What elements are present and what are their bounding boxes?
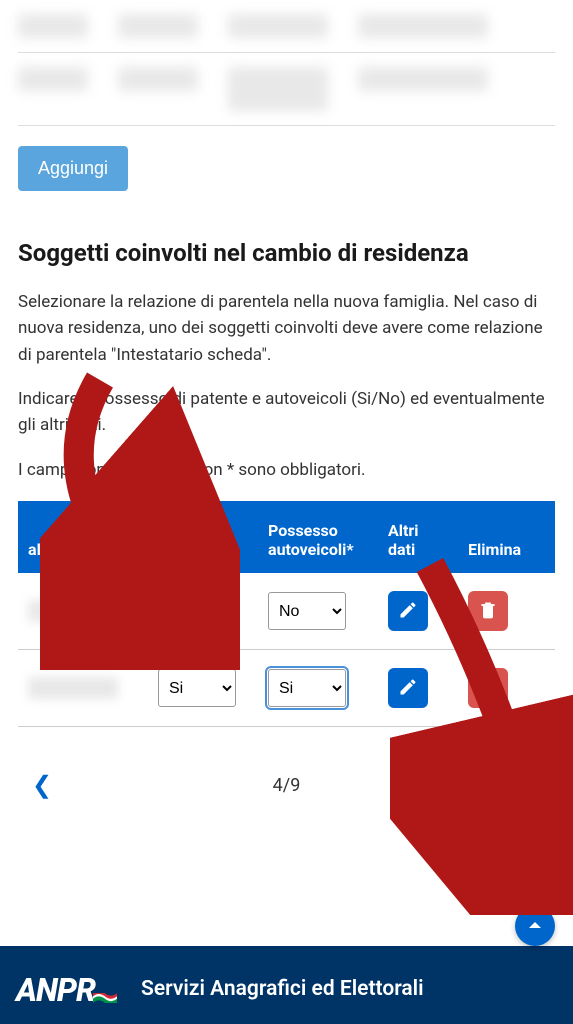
redacted-value [28,600,118,622]
pencil-icon [398,600,418,623]
table-row: Si No [18,573,555,650]
delete-button[interactable] [468,591,508,631]
patente-select[interactable]: Si [158,669,236,707]
chevron-left-icon: ❮ [32,772,52,799]
autoveicoli-select[interactable]: No [268,592,346,630]
table-row: Si Si [18,650,555,727]
th-altri: Altri dati [378,501,458,573]
edit-button[interactable] [388,668,428,708]
th-elimina: Elimina [458,520,548,573]
pencil-icon [398,677,418,700]
section-title: Soggetti coinvolti nel cambio di residen… [18,239,555,267]
section-description-3: I campi contrassegnati con * sono obblig… [18,457,555,483]
trash-icon [478,600,498,623]
redacted-value [28,677,118,699]
th-autoveicoli: Possesso autoveicoli* [258,501,378,573]
delete-button[interactable] [468,668,508,708]
flag-icon [93,993,117,1003]
trash-icon [478,677,498,700]
autoveicoli-select[interactable]: Si [268,669,346,707]
footer-title: Servizi Anagrafici ed Elettorali [141,977,424,1002]
th-patente: re e* [148,520,258,573]
edit-button[interactable] [388,591,428,631]
chevron-right-icon: ❯ [521,772,541,799]
add-button[interactable]: Aggiungi [18,146,128,191]
section-description-1: Selezionare la relazione di parentela ne… [18,289,555,368]
footer: ANPR Servizi Anagrafici ed Elettorali [0,946,573,1024]
th-fiscale: ale [18,520,148,573]
top-data-table [18,0,555,126]
pagination-text: 4/9 [273,775,301,796]
scroll-to-top-button[interactable] [515,906,555,946]
pagination: ❮ 4/9 ❯ [18,767,555,804]
chevron-up-icon [526,916,544,937]
table-header: ale re e* Possesso autoveicoli* Altri da… [18,501,555,573]
prev-page-button[interactable]: ❮ [22,767,62,804]
patente-select[interactable]: Si [158,592,236,630]
next-page-button[interactable]: ❯ [511,767,551,804]
subjects-table: ale re e* Possesso autoveicoli* Altri da… [18,501,555,727]
footer-logo: ANPR [16,971,117,1009]
section-description-2: Indicare il possesso di patente e autove… [18,386,555,439]
